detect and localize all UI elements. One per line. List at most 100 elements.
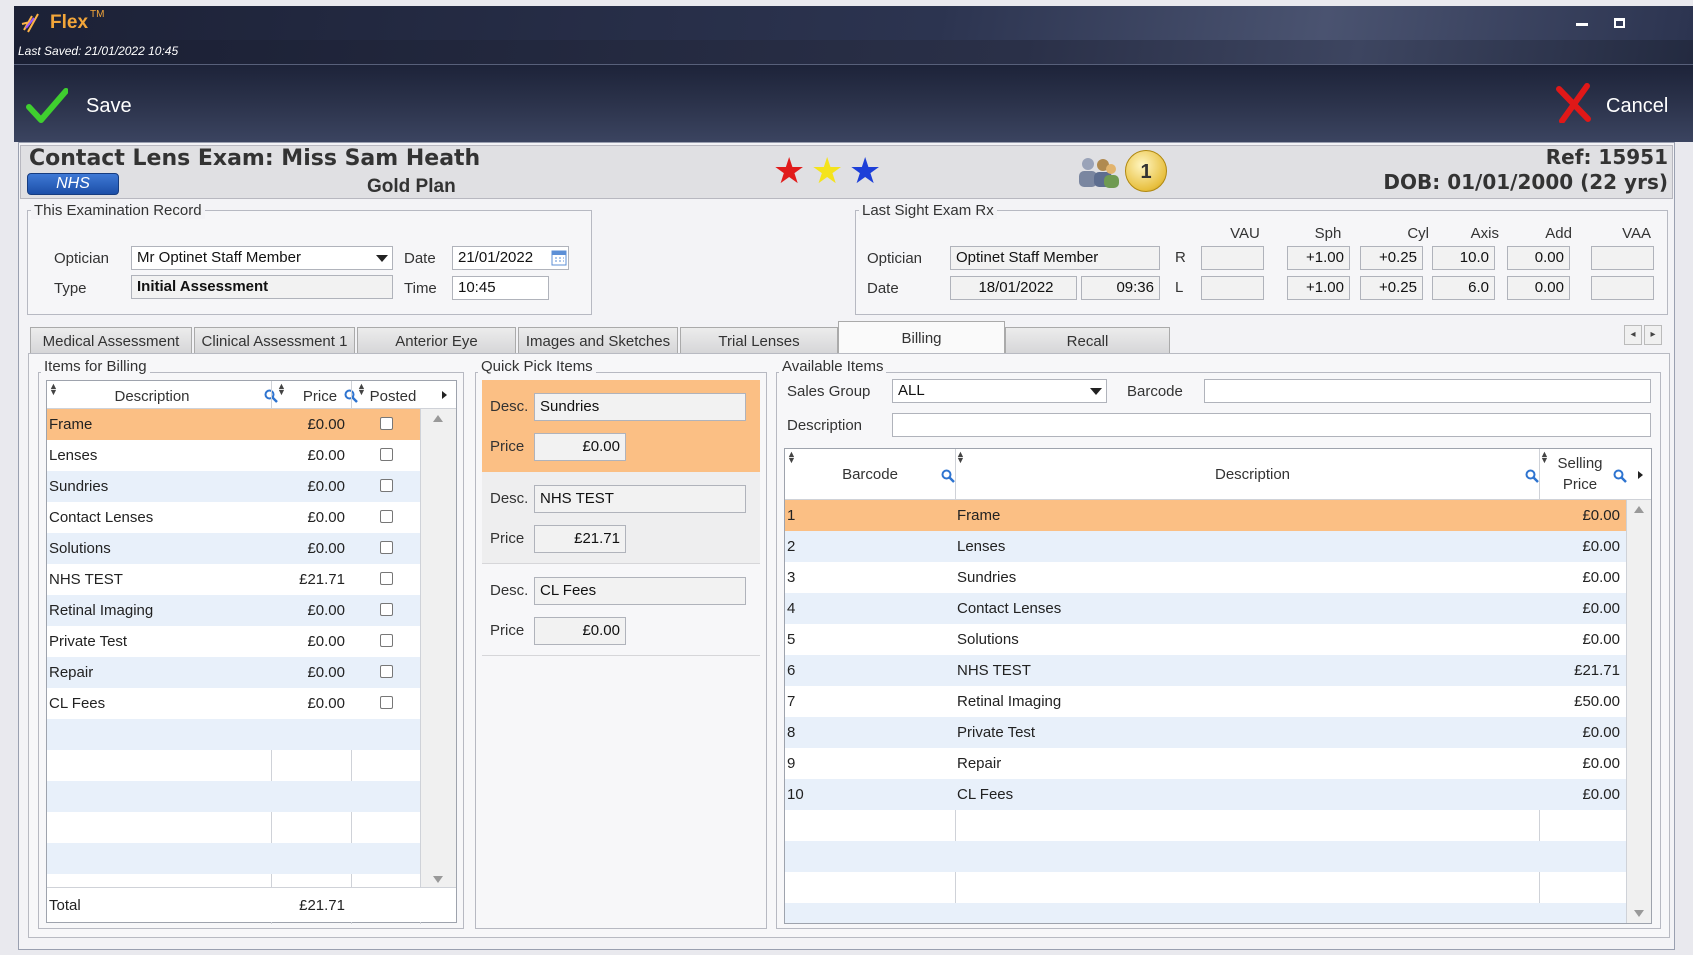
avail-col-price[interactable]: Price — [1545, 476, 1615, 493]
rx-date-label: Date — [867, 280, 899, 297]
avail-row-barcode: 1 — [787, 507, 796, 524]
available-row[interactable]: 10 CL Fees £0.00 — [785, 779, 1626, 810]
posted-checkbox[interactable] — [380, 417, 393, 430]
available-scrollbar[interactable] — [1627, 500, 1651, 923]
scroll-down-icon[interactable] — [433, 876, 443, 883]
tab-images-and-sketches[interactable]: Images and Sketches — [518, 327, 678, 354]
minimize-button[interactable] — [1576, 23, 1588, 26]
billing-col-description[interactable]: Description — [67, 388, 237, 405]
alert-count-badge[interactable]: 1 — [1125, 150, 1167, 192]
sort-icon[interactable]: ▲ ▼ — [956, 450, 965, 465]
available-row[interactable]: 6 NHS TEST £21.71 — [785, 655, 1626, 686]
avail-row-barcode: 4 — [787, 600, 796, 617]
billing-row[interactable]: NHS TEST £21.71 — [47, 564, 420, 595]
avail-row-price: £0.00 — [1582, 631, 1620, 648]
avail-row-desc: CL Fees — [957, 786, 1014, 803]
maximize-button[interactable] — [1614, 18, 1625, 28]
rx-r-sph: +1.00 — [1287, 246, 1350, 270]
description-input[interactable] — [892, 413, 1651, 437]
posted-checkbox[interactable] — [380, 541, 393, 554]
quick-pick-desc[interactable]: NHS TEST — [534, 485, 746, 513]
scroll-down-icon[interactable] — [1634, 910, 1644, 917]
calendar-icon[interactable] — [551, 249, 567, 266]
billing-row[interactable]: CL Fees £0.00 — [47, 688, 420, 719]
posted-checkbox[interactable] — [380, 634, 393, 647]
billing-row[interactable]: Solutions £0.00 — [47, 533, 420, 564]
quick-pick-item[interactable]: Desc. NHS TEST Price £21.71 — [482, 472, 760, 564]
tab-anterior-eye[interactable]: Anterior Eye — [357, 327, 516, 354]
posted-checkbox[interactable] — [380, 448, 393, 461]
save-button[interactable]: Save — [26, 87, 146, 127]
available-row[interactable]: 2 Lenses £0.00 — [785, 531, 1626, 562]
optician-select[interactable]: Mr Optinet Staff Member — [131, 246, 393, 270]
column-menu-icon[interactable] — [1638, 471, 1643, 479]
tab-billing[interactable]: Billing — [838, 321, 1005, 355]
billing-row[interactable]: Sundries £0.00 — [47, 471, 420, 502]
quick-pick-desc[interactable]: Sundries — [534, 393, 746, 421]
rx-l-cyl: +0.25 — [1360, 276, 1423, 300]
search-icon[interactable] — [1613, 469, 1627, 483]
cancel-button[interactable]: Cancel — [1554, 83, 1684, 127]
empty-row — [785, 841, 1626, 872]
col-axis: Axis — [1470, 225, 1499, 242]
sort-icon[interactable]: ▲ ▼ — [277, 382, 286, 397]
avail-col-description[interactable]: Description — [960, 466, 1545, 483]
available-row[interactable]: 7 Retinal Imaging £50.00 — [785, 686, 1626, 717]
billing-row[interactable]: Lenses £0.00 — [47, 440, 420, 471]
posted-checkbox[interactable] — [380, 696, 393, 709]
quick-pick-item[interactable]: Desc. CL Fees Price £0.00 — [482, 564, 760, 656]
quick-pick-price[interactable]: £0.00 — [534, 617, 626, 645]
scroll-up-icon[interactable] — [433, 415, 443, 422]
type-field[interactable]: Initial Assessment — [131, 275, 393, 299]
available-row[interactable]: 4 Contact Lenses £0.00 — [785, 593, 1626, 624]
scroll-up-icon[interactable] — [1634, 506, 1644, 513]
avail-col-selling[interactable]: Selling — [1545, 455, 1615, 472]
billing-col-posted[interactable]: Posted — [363, 388, 423, 405]
posted-checkbox[interactable] — [380, 479, 393, 492]
quick-pick-price[interactable]: £0.00 — [534, 433, 626, 461]
available-row[interactable]: 9 Repair £0.00 — [785, 748, 1626, 779]
posted-checkbox[interactable] — [380, 572, 393, 585]
billing-row[interactable]: Repair £0.00 — [47, 657, 420, 688]
sort-icon[interactable]: ▲ ▼ — [787, 450, 796, 465]
tab-clinical-assessment-1[interactable]: Clinical Assessment 1 — [194, 327, 355, 354]
posted-checkbox[interactable] — [380, 603, 393, 616]
tab-trial-lenses[interactable]: Trial Lenses — [680, 327, 838, 354]
sales-group-select[interactable]: ALL — [892, 379, 1107, 403]
posted-checkbox[interactable] — [380, 665, 393, 678]
search-icon[interactable] — [941, 469, 955, 483]
rx-optician-field: Optinet Staff Member — [950, 246, 1160, 270]
billing-row-price: £0.00 — [307, 695, 345, 712]
tabs-scroll-left-button[interactable]: ◂ — [1624, 325, 1642, 345]
sort-icon[interactable]: ▲ ▼ — [49, 382, 58, 397]
quick-pick-desc-label: Desc. — [490, 398, 529, 415]
billing-row[interactable]: Retinal Imaging £0.00 — [47, 595, 420, 626]
billing-row[interactable]: Frame £0.00 — [47, 409, 420, 440]
family-group-icon[interactable] — [1075, 152, 1121, 192]
tabs-scroll-right-button[interactable]: ▸ — [1644, 325, 1662, 345]
posted-checkbox[interactable] — [380, 510, 393, 523]
dob-text: DOB: 01/01/2000 (22 yrs) — [1383, 170, 1668, 194]
available-row[interactable]: 1 Frame £0.00 — [785, 500, 1626, 531]
billing-row[interactable]: Contact Lenses £0.00 — [47, 502, 420, 533]
billing-row[interactable]: Private Test £0.00 — [47, 626, 420, 657]
avail-col-barcode[interactable]: Barcode — [805, 466, 935, 483]
time-field[interactable]: 10:45 — [452, 276, 549, 300]
tab-medical-assessment[interactable]: Medical Assessment — [30, 327, 192, 354]
billing-col-price[interactable]: Price — [295, 388, 345, 405]
quick-pick-item[interactable]: Desc. Sundries Price £0.00 — [482, 380, 760, 472]
barcode-input[interactable] — [1204, 379, 1651, 403]
billing-scrollbar[interactable] — [421, 409, 456, 887]
rx-r-vaa — [1591, 246, 1654, 270]
column-menu-icon[interactable] — [442, 391, 447, 399]
available-row[interactable]: 3 Sundries £0.00 — [785, 562, 1626, 593]
quick-pick-desc[interactable]: CL Fees — [534, 577, 746, 605]
rx-r-axis: 10.0 — [1432, 246, 1495, 270]
available-row[interactable]: 5 Solutions £0.00 — [785, 624, 1626, 655]
search-icon[interactable] — [1525, 469, 1539, 483]
quick-pick-price[interactable]: £21.71 — [534, 525, 626, 553]
available-row[interactable]: 8 Private Test £0.00 — [785, 717, 1626, 748]
rx-r-cyl: +0.25 — [1360, 246, 1423, 270]
tab-recall[interactable]: Recall — [1005, 327, 1170, 354]
quick-pick-desc-label: Desc. — [490, 582, 529, 599]
